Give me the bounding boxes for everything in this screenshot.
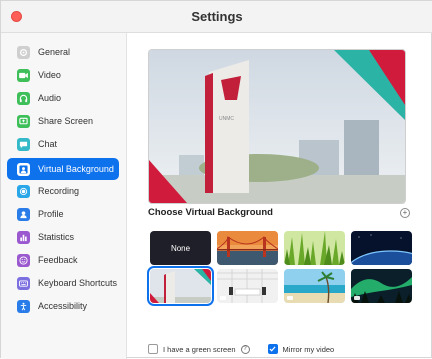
options-row: I have a green screen ? Mirror my video xyxy=(148,344,334,354)
thumbnail-grass[interactable] xyxy=(284,231,345,265)
portrait-icon xyxy=(17,162,30,176)
thumbnail-beach[interactable] xyxy=(284,269,345,303)
sidebar-item-label: Accessibility xyxy=(38,301,88,311)
gear-icon xyxy=(17,45,30,59)
sidebar-item-label: Video xyxy=(38,70,61,80)
thumbnail-none-label: None xyxy=(170,243,191,253)
green-screen-label: I have a green screen xyxy=(163,344,236,354)
sidebar-item-profile[interactable]: Profile xyxy=(7,203,119,225)
chat-bubble-icon xyxy=(17,137,30,151)
smiley-icon xyxy=(17,253,30,267)
video-badge-icon xyxy=(220,296,226,300)
sidebar-item-label: Profile xyxy=(38,209,64,219)
bar-chart-icon xyxy=(17,230,30,244)
section-title: Choose Virtual Background xyxy=(148,207,273,218)
headphones-icon xyxy=(17,91,30,105)
help-icon[interactable]: ? xyxy=(240,344,250,354)
video-camera-icon xyxy=(17,68,30,82)
sidebar-item-label: Share Screen xyxy=(38,116,94,126)
mirror-video-checkbox[interactable] xyxy=(267,344,278,354)
sidebar-item-label: Keyboard Shortcuts xyxy=(38,278,118,288)
video-badge-icon xyxy=(287,296,293,300)
sidebar-item-label: Statistics xyxy=(38,232,75,242)
sidebar-item-chat[interactable]: Chat xyxy=(7,133,119,155)
thumbnail-golden-gate-bridge[interactable] xyxy=(217,231,278,265)
thumbnail-aurora[interactable] xyxy=(351,269,412,303)
sidebar-item-general[interactable]: General xyxy=(7,41,119,63)
sidebar-item-feedback[interactable]: Feedback xyxy=(7,249,119,271)
profile-icon xyxy=(17,207,30,221)
green-screen-checkbox[interactable] xyxy=(148,344,158,354)
sidebar-item-label: Feedback xyxy=(38,255,78,265)
virtual-background-panel: UNMC Choose Virtual Background + None I … xyxy=(127,33,432,359)
title-bar: Settings xyxy=(1,1,432,33)
video-badge-icon xyxy=(354,296,360,300)
sidebar-item-keyboard-shortcuts[interactable]: Keyboard Shortcuts xyxy=(7,272,119,294)
thumbnail-office-interior[interactable] xyxy=(217,269,278,303)
record-icon xyxy=(17,184,30,198)
sidebar-item-recording[interactable]: Recording xyxy=(7,180,119,202)
thumbnail-campus-sign[interactable] xyxy=(147,266,214,306)
mirror-video-label: Mirror my video xyxy=(282,344,335,354)
sidebar-item-label: General xyxy=(38,47,71,57)
video-preview: UNMC xyxy=(148,49,406,204)
svg-text:UNMC: UNMC xyxy=(219,116,234,122)
sidebar-item-label: Audio xyxy=(38,93,62,103)
sidebar-item-accessibility[interactable]: Accessibility xyxy=(7,295,119,317)
settings-window: Settings General Video Audio Share Scree… xyxy=(0,0,432,359)
sidebar-item-virtual-background[interactable]: Virtual Background xyxy=(7,158,119,180)
keyboard-icon xyxy=(17,276,30,290)
sidebar-item-label: Chat xyxy=(38,139,58,149)
sidebar-item-video[interactable]: Video xyxy=(7,64,119,86)
add-background-button[interactable]: + xyxy=(400,208,410,218)
share-screen-icon xyxy=(17,114,30,128)
sidebar-item-audio[interactable]: Audio xyxy=(7,87,119,109)
accessibility-icon xyxy=(17,299,30,313)
sidebar-item-statistics[interactable]: Statistics xyxy=(7,226,119,248)
settings-sidebar: General Video Audio Share Screen Chat Vi… xyxy=(1,33,127,359)
window-title: Settings xyxy=(191,9,243,24)
thumbnail-none[interactable]: None xyxy=(150,231,211,265)
checkmark-icon xyxy=(269,346,276,352)
sidebar-item-label: Virtual Background xyxy=(38,164,114,174)
thumbnail-earth-from-space[interactable] xyxy=(351,231,412,265)
sidebar-item-label: Recording xyxy=(38,186,80,196)
sidebar-item-share-screen[interactable]: Share Screen xyxy=(7,110,119,132)
